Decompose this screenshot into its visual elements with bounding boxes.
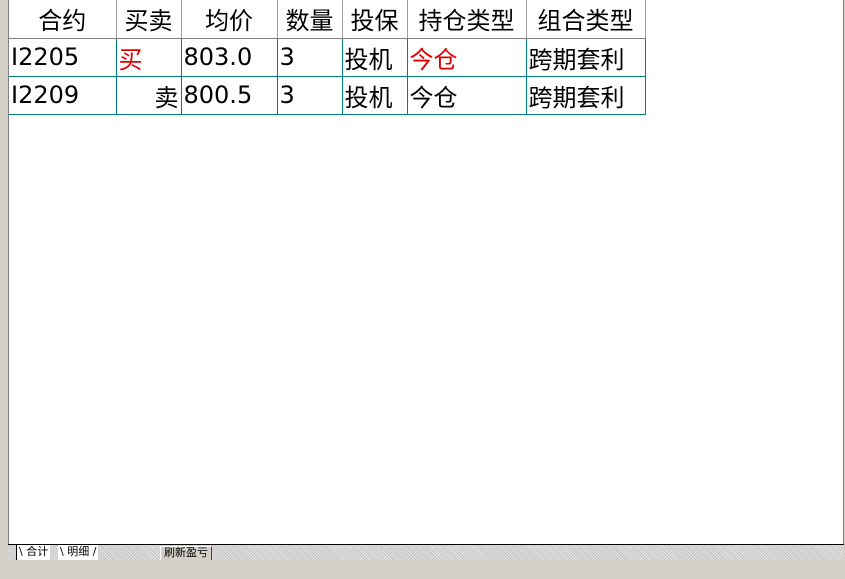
- tab-separator-icon: \: [19, 545, 23, 558]
- cell-contract: I2209: [9, 75, 117, 115]
- sheet-tab-bar: \ 合计 \ 明细 / 刷新盈亏: [8, 544, 844, 561]
- positions-table: 合约 买卖 均价 数量 投保 持仓类型 组合类型 I2205 买 803.0 3…: [9, 0, 646, 115]
- cell-combo-type: 跨期套利: [526, 37, 646, 77]
- table-header-row: 合约 买卖 均价 数量 投保 持仓类型 组合类型: [9, 0, 646, 39]
- header-contract[interactable]: 合约: [9, 0, 117, 39]
- tab-separator-icon: /: [92, 545, 97, 558]
- tab-separator-icon: \: [60, 545, 64, 558]
- position-window: 合约 买卖 均价 数量 投保 持仓类型 组合类型 I2205 买 803.0 3…: [0, 0, 845, 579]
- cell-contract: I2205: [9, 37, 117, 77]
- header-combo-type[interactable]: 组合类型: [526, 0, 646, 39]
- cell-side: 买: [116, 37, 182, 77]
- header-position-type[interactable]: 持仓类型: [407, 0, 527, 39]
- cell-position-type: 今仓: [407, 37, 527, 77]
- cell-hedge: 投机: [342, 75, 408, 115]
- tab-detail-label: 明细: [67, 545, 90, 558]
- cell-qty: 3: [277, 75, 343, 115]
- cell-qty: 3: [277, 37, 343, 77]
- tab-summary[interactable]: \ 合计: [16, 545, 51, 560]
- status-strip: [0, 560, 845, 579]
- tab-summary-label: 合计: [26, 545, 49, 558]
- cell-avg-price: 800.5: [181, 75, 278, 115]
- header-qty[interactable]: 数量: [277, 0, 343, 39]
- cell-hedge: 投机: [342, 37, 408, 77]
- table-row[interactable]: I2205 买 803.0 3 投机 今仓 跨期套利: [9, 37, 646, 77]
- cell-combo-type: 跨期套利: [526, 75, 646, 115]
- cell-position-type: 今仓: [407, 75, 527, 115]
- table-row[interactable]: I2209 卖 800.5 3 投机 今仓 跨期套利: [9, 75, 646, 115]
- refresh-pnl-button[interactable]: 刷新盈亏: [160, 546, 212, 561]
- header-avg-price[interactable]: 均价: [181, 0, 278, 39]
- cell-side: 卖: [116, 75, 182, 115]
- header-side[interactable]: 买卖: [116, 0, 182, 39]
- tab-detail[interactable]: \ 明细 /: [58, 545, 99, 560]
- positions-panel: 合约 买卖 均价 数量 投保 持仓类型 组合类型 I2205 买 803.0 3…: [8, 0, 844, 544]
- cell-avg-price: 803.0: [181, 37, 278, 77]
- header-hedge[interactable]: 投保: [342, 0, 408, 39]
